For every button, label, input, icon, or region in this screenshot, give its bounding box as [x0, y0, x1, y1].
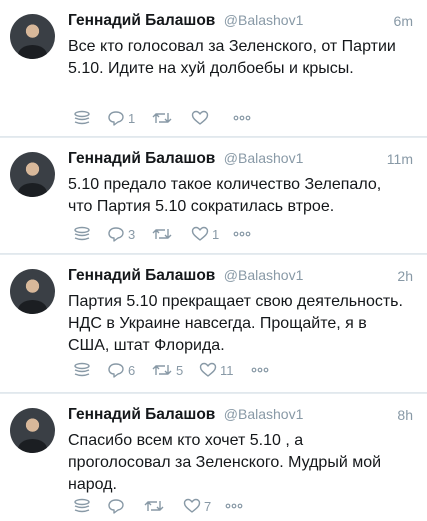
analytics-icon — [74, 226, 90, 241]
retweet-icon — [152, 113, 172, 123]
more-button[interactable] — [225, 496, 243, 516]
tweet-header: Геннадий Балашов @Balashov1 6m — [68, 12, 413, 34]
like-count: 7 — [204, 498, 212, 514]
analytics-button[interactable] — [73, 224, 91, 244]
retweet-button[interactable]: 5 — [151, 360, 183, 380]
author-name[interactable]: Геннадий Балашов — [68, 406, 215, 423]
more-button[interactable] — [251, 360, 269, 380]
author-handle[interactable]: @Balashov1 — [224, 12, 304, 28]
avatar[interactable] — [10, 14, 55, 59]
tweet-actions: 3 1 — [73, 224, 403, 244]
reply-count: 1 — [128, 110, 136, 126]
tweet-text: 5.10 предало такое количество Зелепало, … — [68, 176, 382, 215]
tweet-text: Партия 5.10 прекращает свою деятельность… — [68, 293, 403, 354]
retweet-button[interactable] — [151, 224, 176, 244]
author-handle[interactable]: @Balashov1 — [224, 406, 304, 422]
analytics-icon — [74, 498, 90, 513]
tweet-actions: 6 5 11 — [73, 360, 403, 380]
retweet-button[interactable] — [143, 496, 168, 516]
like-icon — [199, 362, 217, 377]
more-icon — [233, 231, 251, 237]
analytics-button[interactable] — [73, 496, 91, 516]
tweet-feed: Геннадий Балашов @Balashov1 6m Все кто г… — [0, 0, 427, 521]
tweet-time[interactable]: 6m — [394, 13, 413, 29]
like-icon — [183, 498, 201, 513]
like-count: 1 — [212, 226, 220, 242]
author-handle[interactable]: @Balashov1 — [224, 267, 304, 283]
tweet-header: Геннадий Балашов @Balashov1 11m — [68, 150, 413, 172]
avatar[interactable] — [10, 152, 55, 197]
reply-count: 3 — [128, 226, 136, 242]
tweet-header: Геннадий Балашов @Balashov1 2h — [68, 267, 413, 289]
tweet[interactable]: Геннадий Балашов @Balashov1 8h Спасибо в… — [0, 394, 427, 521]
tweet-time[interactable]: 8h — [397, 407, 413, 423]
more-icon — [251, 367, 269, 373]
retweet-icon — [144, 501, 164, 511]
tweet-text: Все кто голосовал за Зеленского, от Парт… — [68, 38, 396, 77]
like-button[interactable]: 11 — [199, 360, 234, 380]
retweet-count: 5 — [176, 362, 184, 378]
tweet[interactable]: Геннадий Балашов @Balashov1 11m 5.10 пре… — [0, 138, 427, 254]
author-name[interactable]: Геннадий Балашов — [68, 267, 215, 284]
tweet[interactable]: Геннадий Балашов @Balashov1 2h Партия 5.… — [0, 255, 427, 393]
analytics-button[interactable] — [73, 108, 91, 128]
avatar[interactable] — [10, 269, 55, 314]
like-button[interactable]: 7 — [183, 496, 211, 516]
author-name[interactable]: Геннадий Балашов — [68, 12, 215, 29]
reply-count: 6 — [128, 362, 136, 378]
reply-icon — [108, 499, 124, 514]
tweet-time[interactable]: 11m — [387, 151, 413, 167]
reply-icon — [108, 363, 124, 378]
reply-button[interactable]: 3 — [107, 224, 135, 244]
reply-icon — [108, 111, 124, 126]
more-button[interactable] — [233, 224, 251, 244]
tweet-text: Спасибо всем кто хочет 5.10 , а проголос… — [68, 432, 382, 493]
reply-button[interactable]: 6 — [107, 360, 135, 380]
retweet-icon — [152, 365, 172, 375]
retweet-icon — [152, 229, 172, 239]
like-count: 11 — [220, 362, 234, 378]
analytics-icon — [74, 362, 90, 377]
retweet-button[interactable] — [151, 108, 176, 128]
reply-button[interactable]: 1 — [107, 108, 135, 128]
like-button[interactable]: 1 — [191, 224, 219, 244]
reply-button[interactable] — [107, 496, 128, 516]
analytics-button[interactable] — [73, 360, 91, 380]
more-icon — [233, 115, 251, 121]
tweet-header: Геннадий Балашов @Balashov1 8h — [68, 406, 413, 428]
like-icon — [191, 226, 209, 241]
analytics-icon — [74, 110, 90, 125]
tweet-actions: 7 — [73, 496, 403, 516]
reply-icon — [108, 227, 124, 242]
tweet[interactable]: Геннадий Балашов @Balashov1 6m Все кто г… — [0, 0, 427, 137]
more-icon — [225, 503, 243, 509]
avatar[interactable] — [10, 408, 55, 453]
author-name[interactable]: Геннадий Балашов — [68, 150, 215, 167]
author-handle[interactable]: @Balashov1 — [224, 150, 304, 166]
tweet-actions: 1 — [73, 108, 403, 128]
like-button[interactable] — [191, 108, 212, 128]
tweet-time[interactable]: 2h — [397, 268, 413, 284]
more-button[interactable] — [233, 108, 251, 128]
like-icon — [191, 110, 209, 125]
